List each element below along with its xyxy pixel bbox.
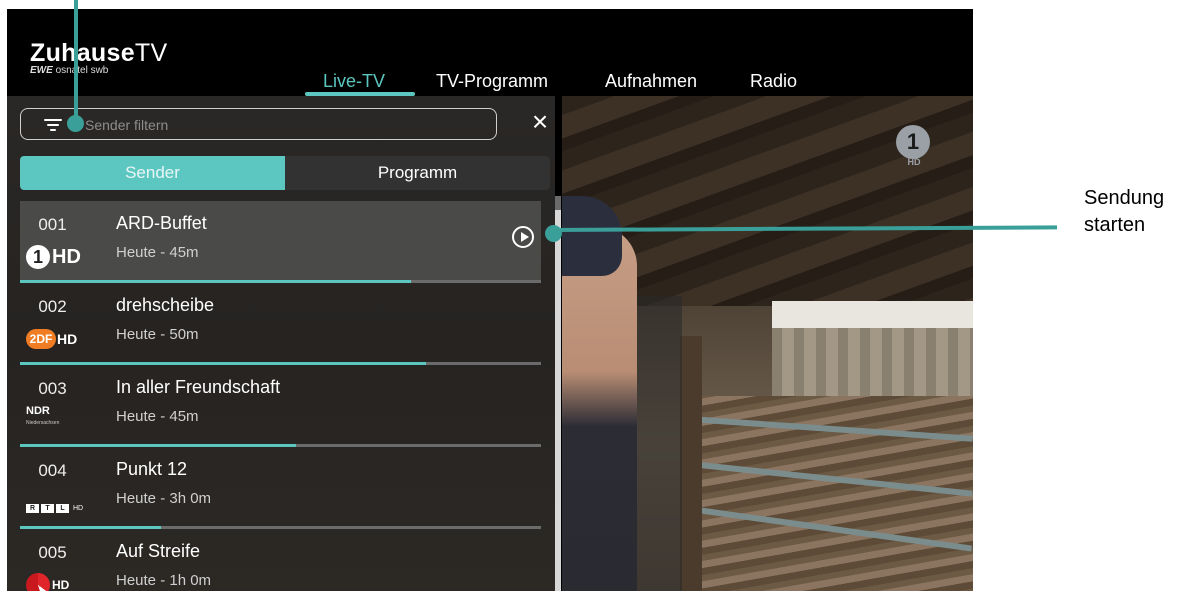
logo-sub-rest: osnatel swb bbox=[55, 65, 109, 76]
zdf-logo-text: HD bbox=[57, 331, 78, 347]
panel-tabs: Sender Programm bbox=[20, 156, 550, 190]
program-title: In aller Freundschaft bbox=[116, 377, 281, 397]
watermark-glyph: 1 bbox=[896, 125, 930, 159]
program-title: Auf Streife bbox=[116, 541, 201, 561]
rtl-logo-icon: R T L HD bbox=[26, 494, 96, 522]
channel-row[interactable]: 004 R T L HD Punkt 12 Heute - 3h 0m bbox=[20, 447, 541, 529]
filter-placeholder: Sender filtern bbox=[85, 117, 169, 133]
program-time: Heute - 50m bbox=[116, 326, 199, 343]
nav-aufnahmen[interactable]: Aufnahmen bbox=[605, 71, 697, 91]
callout-dot-play bbox=[545, 225, 562, 242]
channel-row[interactable]: 003 NDR Niedersachsen In aller Freundscha… bbox=[20, 365, 541, 447]
ndr-logo-text: NDR bbox=[26, 405, 50, 417]
sat1-logo-text: HD bbox=[52, 578, 70, 591]
tab-programm[interactable]: Programm bbox=[285, 156, 550, 190]
program-title: drehscheibe bbox=[116, 295, 215, 315]
channel-number: 002 bbox=[38, 297, 67, 316]
tab-sender[interactable]: Sender bbox=[20, 156, 285, 190]
close-icon[interactable]: × bbox=[528, 108, 552, 136]
rtl-letter: R bbox=[26, 503, 39, 513]
watermark-text: HD bbox=[907, 157, 921, 167]
scene-person bbox=[562, 226, 637, 591]
program-time: Heute - 1h 0m bbox=[116, 572, 212, 589]
callout-line-filter bbox=[74, 0, 78, 119]
app-logo: ZuhauseTV EWE osnatel swb bbox=[30, 40, 167, 76]
callout-dot-filter bbox=[67, 115, 84, 132]
logo-wordmark: ZuhauseTV bbox=[30, 40, 167, 66]
channel-number: 005 bbox=[38, 543, 67, 562]
channel-watermark-icon: 1 HD bbox=[896, 125, 932, 167]
zdf-logo-glyph: 2DF bbox=[26, 329, 56, 349]
logo-sub-brand: EWE bbox=[30, 65, 53, 76]
nav-tv-programm[interactable]: TV-Programm bbox=[436, 71, 548, 91]
ndr-logo-sub: Niedersachsen bbox=[26, 420, 60, 426]
program-time: Heute - 45m bbox=[116, 244, 199, 261]
play-circle-icon[interactable] bbox=[512, 226, 534, 248]
logo-bold: Zuhause bbox=[30, 39, 135, 67]
filter-icon[interactable] bbox=[44, 119, 62, 131]
callout-label-line2: starten bbox=[1084, 214, 1146, 236]
channel-number: 004 bbox=[38, 461, 67, 480]
scrollbar-thumb[interactable] bbox=[555, 196, 561, 210]
list-scrollbar[interactable] bbox=[555, 196, 561, 591]
sat1-logo-ball bbox=[26, 573, 50, 591]
rtl-letter: L bbox=[56, 503, 69, 513]
ard-logo-text: HD bbox=[52, 245, 81, 268]
sat1-logo-icon: HD bbox=[26, 571, 96, 591]
channel-number: 001 bbox=[38, 215, 67, 234]
scene-barn bbox=[772, 328, 973, 398]
logo-light: TV bbox=[134, 39, 168, 67]
video-background bbox=[562, 96, 973, 591]
ndr-logo-icon: NDR Niedersachsen bbox=[26, 405, 96, 433]
ard-logo-icon: 1 HD bbox=[26, 243, 96, 271]
rtl-letter: T bbox=[41, 503, 54, 513]
channel-row[interactable]: 005 HD Auf Streife Heute - 1h 0m bbox=[20, 529, 541, 591]
channel-filter-input[interactable]: Sender filtern bbox=[20, 108, 497, 140]
channel-row[interactable]: 002 2DF HD drehscheibe Heute - 50m bbox=[20, 283, 541, 365]
nav-live-tv[interactable]: Live-TV bbox=[323, 71, 385, 91]
scene-post bbox=[680, 336, 702, 591]
channel-number: 003 bbox=[38, 379, 67, 398]
program-title: Punkt 12 bbox=[116, 459, 188, 479]
nav-radio[interactable]: Radio bbox=[750, 71, 797, 91]
rtl-logo-text: HD bbox=[73, 504, 84, 512]
channel-list: 001 1 HD ARD-Buffet Heute - 45m 002 2DF HD… bbox=[20, 201, 541, 591]
zdf-logo-icon: 2DF HD bbox=[26, 325, 96, 353]
ard-logo-glyph: 1 bbox=[26, 245, 50, 269]
channel-row[interactable]: 001 1 HD ARD-Buffet Heute - 45m bbox=[20, 201, 541, 283]
scene-sky bbox=[772, 301, 973, 329]
program-time: Heute - 45m bbox=[116, 408, 199, 425]
callout-label: Sendung starten bbox=[1084, 185, 1164, 239]
program-title: ARD-Buffet bbox=[116, 213, 207, 233]
program-time: Heute - 3h 0m bbox=[116, 490, 212, 507]
callout-label-line1: Sendung bbox=[1084, 187, 1165, 209]
